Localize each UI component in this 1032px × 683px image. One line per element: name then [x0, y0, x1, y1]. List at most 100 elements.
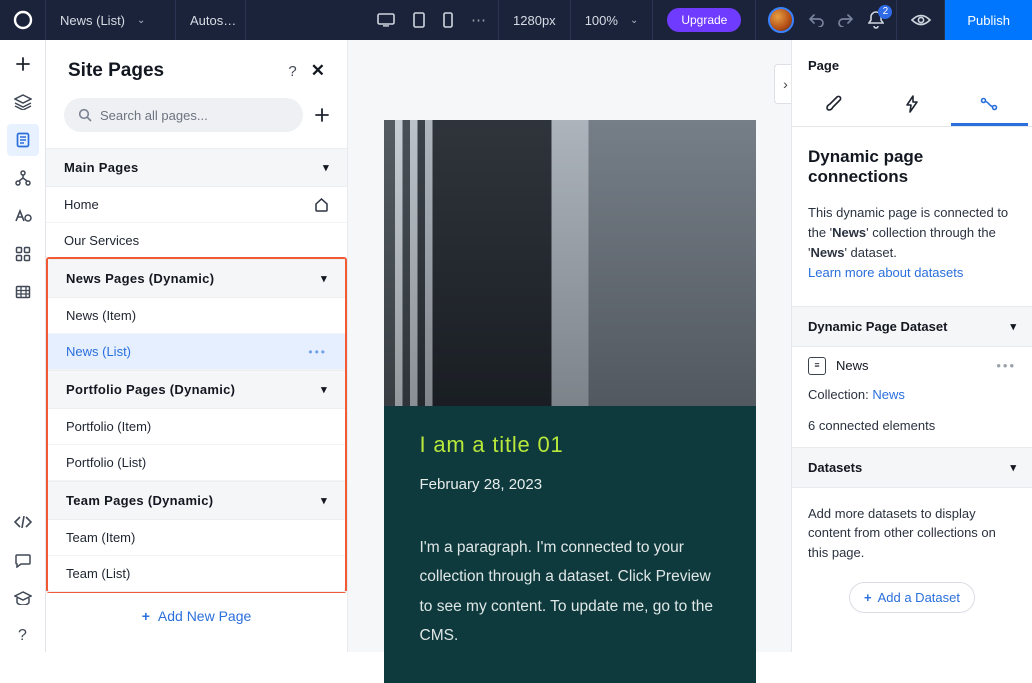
- section-label: News Pages (Dynamic): [66, 271, 214, 286]
- card-date[interactable]: February 28, 2023: [420, 476, 720, 493]
- rail-apps[interactable]: [7, 238, 39, 270]
- page-item-home[interactable]: Home: [46, 187, 347, 223]
- search-input[interactable]: Search all pages...: [64, 98, 303, 132]
- rail-connections[interactable]: [7, 162, 39, 194]
- page-item-portfolio-item[interactable]: Portfolio (Item): [48, 409, 345, 445]
- tablet-icon[interactable]: [413, 12, 425, 28]
- card-title[interactable]: I am a title 01: [420, 432, 720, 458]
- section-portfolio-pages[interactable]: Portfolio Pages (Dynamic) ▾: [48, 370, 345, 409]
- section-team-pages[interactable]: Team Pages (Dynamic) ▾: [48, 481, 345, 520]
- accordion-datasets[interactable]: Datasets ▾: [792, 447, 1032, 488]
- app-logo[interactable]: [0, 0, 46, 40]
- accordion-label: Dynamic Page Dataset: [808, 319, 947, 334]
- card-text[interactable]: I'm a paragraph. I'm connected to your c…: [420, 533, 720, 651]
- collection-line: Collection: News: [792, 385, 1032, 408]
- redo-icon[interactable]: [838, 13, 854, 27]
- section-label: Portfolio Pages (Dynamic): [66, 382, 235, 397]
- chevron-down-icon: ▾: [323, 161, 329, 174]
- typography-icon: [14, 209, 32, 223]
- home-icon: [314, 198, 329, 212]
- rail-typography[interactable]: [7, 200, 39, 232]
- preview-card[interactable]: I am a title 01 February 28, 2023 I'm a …: [384, 120, 756, 683]
- page-item-team-item[interactable]: Team (Item): [48, 520, 345, 556]
- site-pages-panel: Site Pages ? ✕ Search all pages... Main …: [46, 40, 348, 652]
- help-icon[interactable]: ?: [288, 63, 296, 80]
- desc-collection: News: [832, 225, 866, 240]
- rail-help[interactable]: ?: [7, 620, 39, 652]
- bolt-icon: [905, 95, 919, 113]
- tab-connections[interactable]: [951, 81, 1028, 126]
- close-icon[interactable]: ✕: [311, 61, 325, 81]
- brush-icon: [826, 95, 844, 113]
- page-selector[interactable]: News (List) ⌄: [46, 0, 176, 40]
- viewport-controls: ⋯: [365, 0, 499, 40]
- rail-learn[interactable]: [7, 582, 39, 614]
- left-rail: ?: [0, 40, 46, 652]
- section-news-pages[interactable]: News Pages (Dynamic) ▾: [48, 259, 345, 298]
- rail-comments[interactable]: [7, 544, 39, 576]
- canvas-width[interactable]: 1280px: [499, 0, 571, 40]
- chevron-down-icon: ⌄: [137, 15, 145, 26]
- right-panel-tabs: [792, 81, 1032, 127]
- autosave-label: Autos…: [190, 13, 236, 28]
- pages-search-row: Search all pages...: [46, 98, 347, 148]
- upgrade-button[interactable]: Upgrade: [667, 8, 741, 32]
- learn-icon: [14, 591, 32, 605]
- rail-cms[interactable]: [7, 276, 39, 308]
- tab-design[interactable]: [796, 81, 873, 126]
- zoom-control[interactable]: 100% ⌄: [571, 0, 654, 40]
- preview-button[interactable]: [897, 0, 945, 40]
- more-icon[interactable]: •••: [996, 358, 1016, 373]
- more-viewports-icon[interactable]: ⋯: [471, 11, 486, 29]
- undo-icon[interactable]: [808, 13, 824, 27]
- dataset-row[interactable]: ≡ News •••: [792, 347, 1032, 385]
- section-main-pages[interactable]: Main Pages ▾: [46, 148, 347, 187]
- page-item-team-list[interactable]: Team (List): [48, 556, 345, 591]
- tab-interactions[interactable]: [873, 81, 950, 126]
- learn-more-link[interactable]: Learn more about datasets: [808, 265, 963, 280]
- accordion-dynamic-page-dataset[interactable]: Dynamic Page Dataset ▾: [792, 306, 1032, 347]
- rail-code[interactable]: [7, 506, 39, 538]
- page-label: Portfolio (List): [66, 455, 146, 470]
- rail-add[interactable]: [7, 48, 39, 80]
- rail-layers[interactable]: [7, 86, 39, 118]
- desc-text: ' dataset.: [844, 245, 896, 260]
- more-icon[interactable]: •••: [308, 345, 327, 359]
- chevron-down-icon: ▾: [1010, 320, 1016, 333]
- upgrade-label: Upgrade: [681, 13, 727, 27]
- add-new-page-button[interactable]: + Add New Page: [46, 591, 347, 636]
- right-panel: Page Dynamic page connections This dynam…: [791, 40, 1032, 652]
- page-selector-label: News (List): [60, 13, 125, 28]
- canvas-width-value: 1280px: [513, 13, 556, 28]
- desc-dataset: News: [810, 245, 844, 260]
- publish-button[interactable]: Publish: [945, 0, 1032, 40]
- mobile-icon[interactable]: [443, 12, 453, 28]
- page-item-news-item[interactable]: News (Item): [48, 298, 345, 334]
- add-page-icon[interactable]: [315, 108, 329, 122]
- logo-icon: [13, 10, 33, 30]
- connections-icon: [15, 170, 31, 186]
- add-dataset-button[interactable]: + Add a Dataset: [849, 582, 975, 613]
- plus-icon: [15, 56, 31, 72]
- page-label: Team (Item): [66, 530, 135, 545]
- autosave-status[interactable]: Autos…: [176, 0, 246, 40]
- chevron-down-icon: ⌄: [630, 15, 638, 26]
- upgrade-wrap: Upgrade: [653, 0, 756, 40]
- dataset-icon: ≡: [808, 357, 826, 375]
- page-item-portfolio-list[interactable]: Portfolio (List): [48, 445, 345, 481]
- rail-pages[interactable]: [7, 124, 39, 156]
- accordion-label: Datasets: [808, 460, 862, 475]
- page-item-our-services[interactable]: Our Services: [46, 223, 347, 259]
- add-dataset-label: Add a Dataset: [878, 590, 960, 605]
- page-item-news-list[interactable]: News (List) •••: [48, 334, 345, 370]
- card-image: [384, 120, 756, 406]
- notifications-button[interactable]: 2: [868, 11, 884, 29]
- chevron-right-icon: ›: [783, 76, 788, 92]
- desktop-icon[interactable]: [377, 13, 395, 27]
- avatar[interactable]: [768, 7, 794, 33]
- card-body: I am a title 01 February 28, 2023 I'm a …: [384, 406, 756, 683]
- chevron-down-icon: ▾: [1010, 461, 1016, 474]
- pages-header: Site Pages ? ✕: [46, 40, 347, 98]
- chevron-down-icon: ▾: [321, 383, 327, 396]
- collection-link[interactable]: News: [872, 387, 905, 402]
